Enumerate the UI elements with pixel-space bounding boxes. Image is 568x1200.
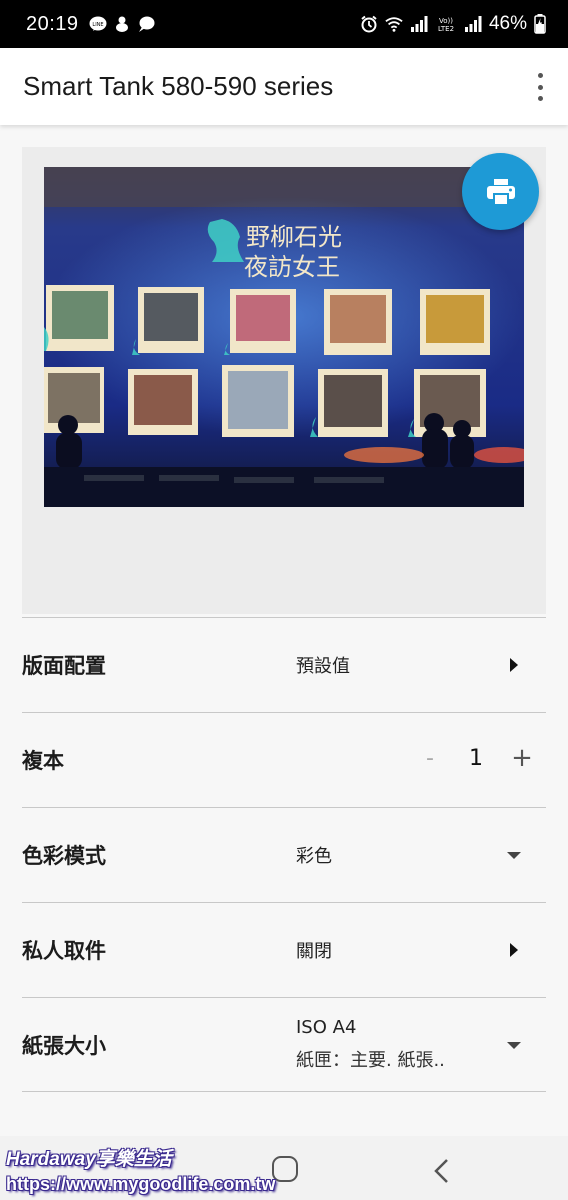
system-icons: Vo)) LTE2 46% xyxy=(360,13,546,35)
battery-percent: 46% xyxy=(488,13,527,34)
wifi-icon xyxy=(385,17,403,32)
paper-size-subvalue: 紙匣：主要. 紙張.. xyxy=(296,1050,445,1071)
chat-bubble-icon xyxy=(138,16,155,32)
layout-setting[interactable]: 版面配置 預設值 xyxy=(22,617,546,712)
dropdown-arrow-icon xyxy=(507,852,521,859)
paper-size-label: 紙張大小 xyxy=(22,1033,106,1058)
line-icon: LINE xyxy=(89,16,107,31)
signal-icon xyxy=(410,16,428,32)
app-bar: Smart Tank 580-590 series xyxy=(0,48,568,125)
signal-icon xyxy=(464,16,482,32)
more-options-icon[interactable] xyxy=(532,73,548,101)
bird-icon xyxy=(115,16,128,32)
color-mode-value: 彩色 xyxy=(296,846,332,867)
private-pickup-label: 私人取件 xyxy=(22,939,106,963)
back-arrow-icon[interactable] xyxy=(432,1158,452,1184)
color-mode-label: 色彩模式 xyxy=(22,844,106,868)
page-title: Smart Tank 580-590 series xyxy=(23,71,334,101)
photo-frames-row1 xyxy=(46,285,490,355)
watermark-line2: https://www.mygoodlife.com.tw xyxy=(6,1174,276,1194)
alarm-icon xyxy=(361,15,377,33)
copies-label: 複本 xyxy=(22,749,64,773)
status-time: 20:19 xyxy=(26,12,79,35)
layout-value: 預設值 xyxy=(296,656,350,677)
status-bar: 20:19 LINE Vo)) LTE2 46% xyxy=(0,0,568,48)
chevron-right-icon xyxy=(510,943,518,957)
preview-image: 野柳石光 夜訪女王 xyxy=(44,167,524,507)
watermark: Hardaway享樂生活 https://www.mygoodlife.com.… xyxy=(6,1148,275,1196)
battery-icon xyxy=(534,14,546,34)
decrement-button[interactable]: - xyxy=(416,746,444,771)
image-title-line1: 野柳石光 xyxy=(246,223,342,251)
layout-label: 版面配置 xyxy=(22,654,106,678)
notification-icons: LINE xyxy=(89,15,155,33)
paper-size-values: ISO A4 紙匣：主要. 紙張.. xyxy=(296,1017,445,1072)
print-preview: 野柳石光 夜訪女王 xyxy=(22,147,546,614)
copies-setting: 複本 - 1 + xyxy=(22,712,546,807)
image-title-line2: 夜訪女王 xyxy=(244,253,340,281)
svg-text:Vo)): Vo)) xyxy=(439,17,453,25)
private-pickup-value: 關閉 xyxy=(296,941,332,962)
svg-text:LTE2: LTE2 xyxy=(438,25,454,33)
volte-icon: Vo))LTE2 xyxy=(438,17,454,33)
color-mode-setting[interactable]: 色彩模式 彩色 xyxy=(22,807,546,902)
paper-size-setting[interactable]: 紙張大小 ISO A4 紙匣：主要. 紙張.. xyxy=(22,997,546,1092)
watermark-line1: Hardaway享樂生活 xyxy=(6,1149,172,1170)
printer-icon xyxy=(486,178,515,205)
print-settings: 版面配置 預設值 複本 - 1 + 色彩模式 彩色 私人取件 關閉 紙張大小 I… xyxy=(22,617,546,1092)
paper-size-value: ISO A4 xyxy=(296,1017,357,1038)
home-button-icon[interactable] xyxy=(272,1156,298,1182)
dropdown-arrow-icon xyxy=(507,1042,521,1049)
copies-stepper: - 1 + xyxy=(416,743,536,773)
chevron-right-icon xyxy=(510,658,518,672)
private-pickup-setting[interactable]: 私人取件 關閉 xyxy=(22,902,546,997)
increment-button[interactable]: + xyxy=(508,743,536,773)
print-button[interactable] xyxy=(462,153,539,230)
svg-text:LINE: LINE xyxy=(92,22,103,28)
copies-count: 1 xyxy=(469,745,483,771)
